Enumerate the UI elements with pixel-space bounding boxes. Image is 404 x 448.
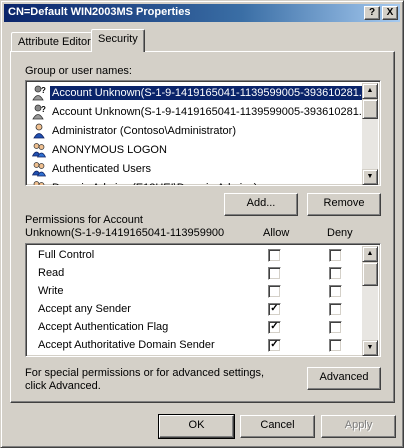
group-names-label: Group or user names: <box>25 65 132 77</box>
permission-name: Accept Authoritative Domain Sender <box>38 339 215 351</box>
scroll-thumb[interactable] <box>362 99 378 119</box>
allow-header: Allow <box>263 227 290 239</box>
allow-checkbox[interactable] <box>268 249 281 262</box>
user-name: Account Unknown(S-1-9-1419165041-1139599… <box>52 105 368 118</box>
user-name: Account Unknown(S-1-9-1419165041-1139599… <box>50 85 370 100</box>
user-list[interactable]: ? Account Unknown(S-1-9-1419165041-113959… <box>25 80 381 186</box>
properties-dialog: CN=Default WIN2003MS Properties ? X Attr… <box>0 0 404 448</box>
permission-row: Accept Authentication Flag ✓ <box>26 319 362 337</box>
deny-checkbox[interactable] <box>329 321 342 334</box>
deny-checkbox[interactable] <box>329 267 342 280</box>
permission-row: Full Control <box>26 247 362 265</box>
user-name: Authenticated Users <box>52 162 152 175</box>
perm-scroll-up-button[interactable]: ▲ <box>362 246 378 262</box>
user-name: ANONYMOUS LOGON <box>52 143 167 156</box>
permission-row: Accept any Sender ✓ <box>26 301 362 319</box>
permission-row: Read <box>26 265 362 283</box>
allow-checkbox[interactable] <box>268 267 281 280</box>
title-bar[interactable]: CN=Default WIN2003MS Properties ? X <box>4 4 400 22</box>
permission-name: Read <box>38 267 65 279</box>
permissions-label-line2: Unknown(S-1-9-1419165041-113959900 <box>25 227 225 239</box>
ok-button[interactable]: OK <box>158 414 235 439</box>
group-icon <box>31 142 47 158</box>
permissions-label-line1: Permissions for Account <box>25 214 143 226</box>
cancel-button[interactable]: Cancel <box>240 415 315 438</box>
user-list-item[interactable]: Administrator (Contoso\Administrator) <box>28 121 238 140</box>
perm-scroll-down-button[interactable]: ▼ <box>362 340 378 356</box>
user-list-item[interactable]: ANONYMOUS LOGON <box>28 140 169 159</box>
scroll-up-button[interactable]: ▲ <box>362 83 378 99</box>
user-icon <box>32 123 46 139</box>
permissions-list[interactable]: Full Control Read Write Accept any Sender ✓ A… <box>25 243 381 357</box>
permission-row: Accept Authoritative Domain Sender ✓ <box>26 337 362 355</box>
svg-text:?: ? <box>41 105 46 114</box>
window-title: CN=Default WIN2003MS Properties <box>8 6 191 18</box>
deny-checkbox[interactable] <box>329 339 342 352</box>
permissions-scrollbar[interactable]: ▲ ▼ <box>362 246 378 356</box>
advanced-help-line1: For special permissions or for advanced … <box>25 367 265 379</box>
add-button[interactable]: Add... <box>224 193 298 216</box>
deny-checkbox[interactable] <box>329 249 342 262</box>
tab-security[interactable]: Security <box>91 29 145 52</box>
permission-row: Write <box>26 283 362 301</box>
deny-checkbox[interactable] <box>329 303 342 316</box>
advanced-button[interactable]: Advanced <box>307 367 381 390</box>
remove-button[interactable]: Remove <box>307 193 381 216</box>
security-tab-panel: Group or user names: ? Account Unknown(S-… <box>10 51 395 403</box>
group-icon <box>31 161 47 177</box>
permission-name: Full Control <box>38 249 95 261</box>
apply-button[interactable]: Apply <box>321 415 396 438</box>
advanced-help-line2: click Advanced. <box>25 380 101 392</box>
user-list-item[interactable]: ? Account Unknown(S-1-9-1419165041-113959… <box>28 83 370 102</box>
allow-checkbox[interactable]: ✓ <box>268 303 281 316</box>
help-button[interactable]: ? <box>364 6 380 20</box>
permission-name: Accept Authentication Flag <box>38 321 169 333</box>
user-list-item[interactable]: Authenticated Users <box>28 159 153 178</box>
allow-checkbox[interactable]: ✓ <box>268 321 281 334</box>
user-name: Domain Admins (E12HEI\Domain Admins) <box>50 181 259 186</box>
allow-checkbox[interactable] <box>268 285 281 298</box>
scroll-down-button[interactable]: ▼ <box>362 169 378 185</box>
group-icon <box>32 180 46 185</box>
unknown-account-icon: ? <box>32 85 46 101</box>
deny-header: Deny <box>327 227 353 239</box>
permission-name: Accept any Sender <box>38 303 131 315</box>
tab-attribute-editor[interactable]: Attribute Editor <box>11 32 98 52</box>
close-button[interactable]: X <box>382 6 398 20</box>
user-list-item[interactable]: Domain Admins (E12HEI\Domain Admins) <box>28 178 259 186</box>
user-name: Administrator (Contoso\Administrator) <box>52 124 237 137</box>
allow-checkbox[interactable]: ✓ <box>268 339 281 352</box>
user-list-item[interactable]: ? Account Unknown(S-1-9-1419165041-113959… <box>28 102 370 121</box>
svg-text:?: ? <box>41 86 46 95</box>
deny-checkbox[interactable] <box>329 285 342 298</box>
permission-name: Write <box>38 285 64 297</box>
unknown-account-icon: ? <box>32 104 46 120</box>
perm-scroll-thumb[interactable] <box>362 262 378 286</box>
user-list-scrollbar[interactable]: ▲ ▼ <box>362 83 378 185</box>
